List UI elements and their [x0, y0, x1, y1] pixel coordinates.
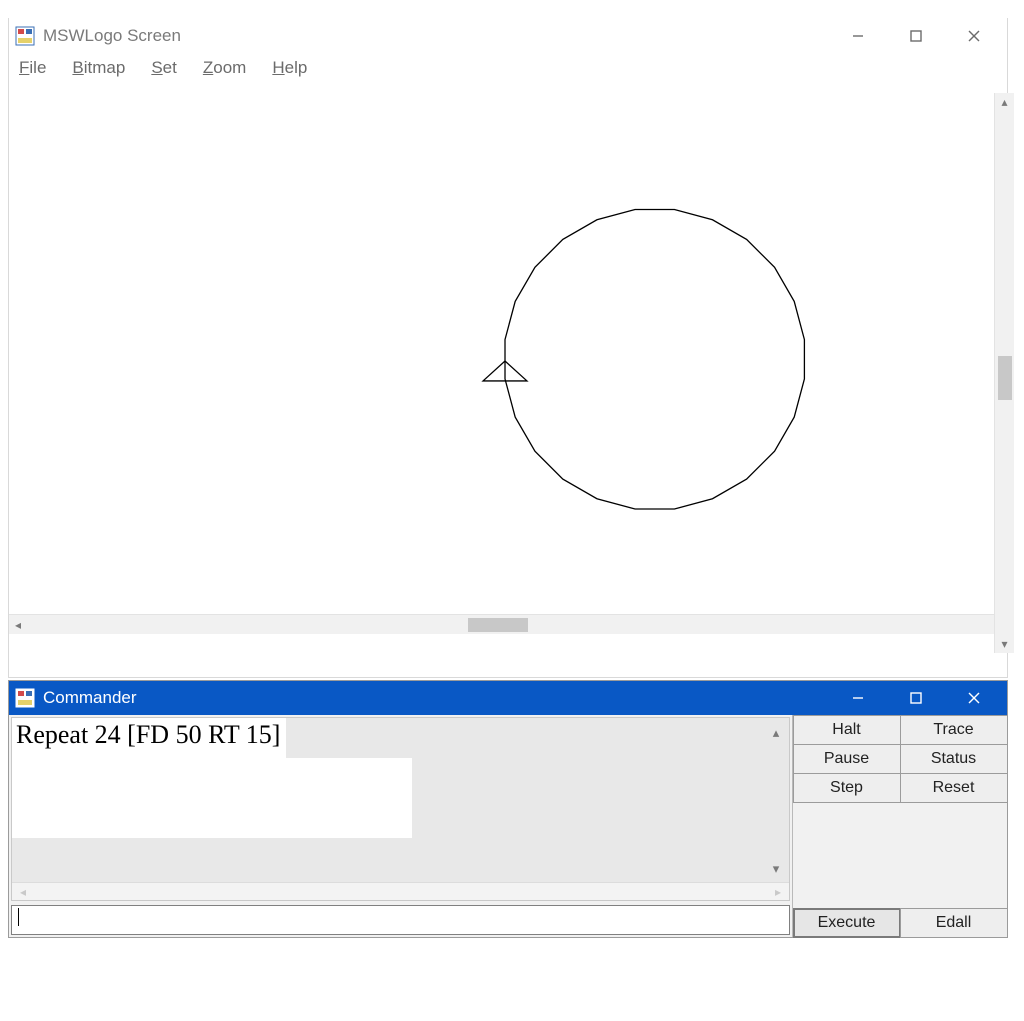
- scroll-up-icon[interactable]: ▴: [995, 93, 1014, 111]
- menu-zoom[interactable]: Zoom: [203, 58, 246, 78]
- app-icon: [15, 688, 35, 708]
- commander-bottom-row: Execute Edall: [793, 908, 1007, 937]
- commander-button-grid: Halt Trace Pause Status Step Reset: [793, 715, 1007, 802]
- close-button[interactable]: [945, 681, 1003, 715]
- mswlogo-window: MSWLogo Screen File Bitmap Set Zoom Help…: [8, 18, 1008, 678]
- commander-titlebar[interactable]: Commander: [9, 681, 1007, 715]
- menu-bitmap[interactable]: Bitmap: [72, 58, 125, 78]
- history-scroll-right-icon[interactable]: ▸: [769, 883, 787, 900]
- canvas-vertical-scrollbar[interactable]: ▴ ▾: [994, 93, 1014, 653]
- pause-button[interactable]: Pause: [793, 744, 901, 774]
- history-background: [12, 758, 412, 838]
- maximize-button[interactable]: [887, 19, 945, 53]
- button-spacer: [793, 802, 1007, 908]
- main-titlebar[interactable]: MSWLogo Screen: [9, 18, 1007, 54]
- main-menubar: File Bitmap Set Zoom Help: [9, 54, 1007, 84]
- execute-button[interactable]: Execute: [793, 908, 901, 938]
- scroll-down-icon[interactable]: ▾: [995, 635, 1014, 653]
- minimize-button[interactable]: [829, 19, 887, 53]
- command-input[interactable]: [11, 905, 790, 935]
- commander-title: Commander: [43, 688, 137, 708]
- scroll-thumb[interactable]: [998, 356, 1012, 400]
- turtle-drawing: [9, 84, 1007, 634]
- scroll-thumb[interactable]: [468, 618, 528, 632]
- app-icon: [15, 26, 35, 46]
- history-scroll-up-icon[interactable]: ▴: [767, 724, 785, 742]
- trace-button[interactable]: Trace: [900, 715, 1008, 745]
- close-button[interactable]: [945, 19, 1003, 53]
- edall-button[interactable]: Edall: [900, 908, 1008, 938]
- step-button[interactable]: Step: [793, 773, 901, 803]
- menu-file[interactable]: File: [19, 58, 46, 78]
- main-title: MSWLogo Screen: [43, 26, 181, 46]
- commander-window: Commander Repeat 24 [FD 50 RT 15] ▴ ▾ ◂: [8, 680, 1008, 938]
- canvas-horizontal-scrollbar[interactable]: ◂ ▸: [9, 614, 1007, 634]
- halt-button[interactable]: Halt: [793, 715, 901, 745]
- scroll-left-icon[interactable]: ◂: [9, 615, 27, 634]
- commander-window-controls: [829, 681, 1003, 715]
- command-history[interactable]: Repeat 24 [FD 50 RT 15] ▴ ▾ ◂ ▸: [11, 717, 790, 901]
- menu-set[interactable]: Set: [151, 58, 177, 78]
- history-scroll-left-icon[interactable]: ◂: [14, 883, 32, 900]
- commander-body: Repeat 24 [FD 50 RT 15] ▴ ▾ ◂ ▸ Halt Tra…: [9, 715, 1007, 937]
- minimize-button[interactable]: [829, 681, 887, 715]
- commander-left-pane: Repeat 24 [FD 50 RT 15] ▴ ▾ ◂ ▸: [9, 715, 793, 937]
- main-window-controls: [829, 19, 1003, 53]
- text-caret-icon: [18, 908, 19, 926]
- maximize-button[interactable]: [887, 681, 945, 715]
- commander-right-pane: Halt Trace Pause Status Step Reset Execu…: [793, 715, 1007, 937]
- drawing-canvas[interactable]: ◂ ▸: [9, 84, 1007, 634]
- history-horizontal-scrollbar[interactable]: ◂ ▸: [12, 882, 789, 900]
- history-scroll-down-icon[interactable]: ▾: [767, 860, 785, 878]
- reset-button[interactable]: Reset: [900, 773, 1008, 803]
- history-line: Repeat 24 [FD 50 RT 15]: [12, 718, 286, 758]
- menu-help[interactable]: Help: [272, 58, 307, 78]
- status-button[interactable]: Status: [900, 744, 1008, 774]
